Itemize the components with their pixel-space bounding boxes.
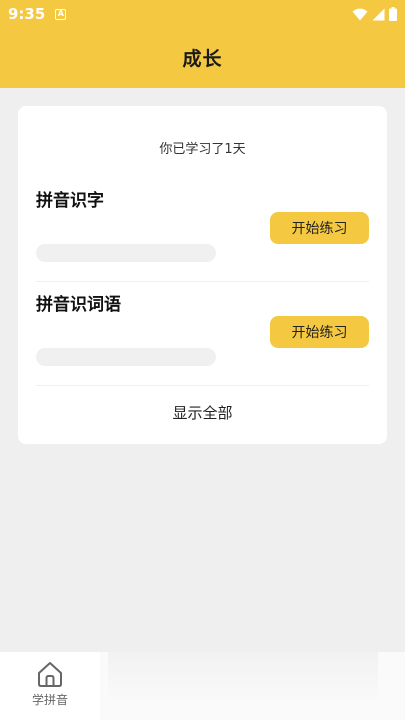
status-left: 9:35 A — [8, 5, 67, 23]
start-practice-button[interactable]: 开始练习 — [270, 212, 369, 244]
nav-label: 学拼音 — [31, 693, 68, 707]
start-practice-button[interactable]: 开始练习 — [270, 316, 369, 348]
battery-icon — [389, 7, 397, 21]
growth-page: 9:35 A 成长 你已学习了1天 拼音识字 开始练习 拼音识词语 开始练习 显… — [0, 0, 405, 720]
study-days-text: 你已学习了1天 — [159, 142, 246, 157]
section-title: 拼音识字 — [36, 191, 104, 211]
section-title: 拼音识词语 — [36, 295, 121, 315]
bottom-nav: 学拼音 — [0, 652, 405, 720]
nav-item-learn-pinyin[interactable]: 学拼音 — [22, 660, 78, 716]
signal-icon — [372, 8, 385, 21]
show-all-link[interactable]: 显示全部 — [18, 402, 387, 423]
status-bar: 9:35 A — [0, 0, 405, 28]
notification-a-icon: A — [55, 8, 67, 20]
section-pinyin-words: 拼音识词语 开始练习 — [36, 282, 369, 386]
progress-card: 你已学习了1天 拼音识字 开始练习 拼音识词语 开始练习 显示全部 — [18, 106, 387, 444]
progress-bar — [36, 348, 216, 366]
nav-decoration — [108, 652, 378, 698]
page-title: 成长 — [182, 48, 223, 70]
status-right — [352, 7, 397, 21]
progress-bar — [36, 244, 216, 262]
divider — [36, 385, 369, 386]
header: 9:35 A 成长 — [0, 0, 405, 88]
wifi-icon — [352, 8, 368, 21]
status-time: 9:35 — [8, 5, 46, 23]
home-icon — [36, 660, 64, 688]
section-pinyin-characters: 拼音识字 开始练习 — [36, 178, 369, 282]
